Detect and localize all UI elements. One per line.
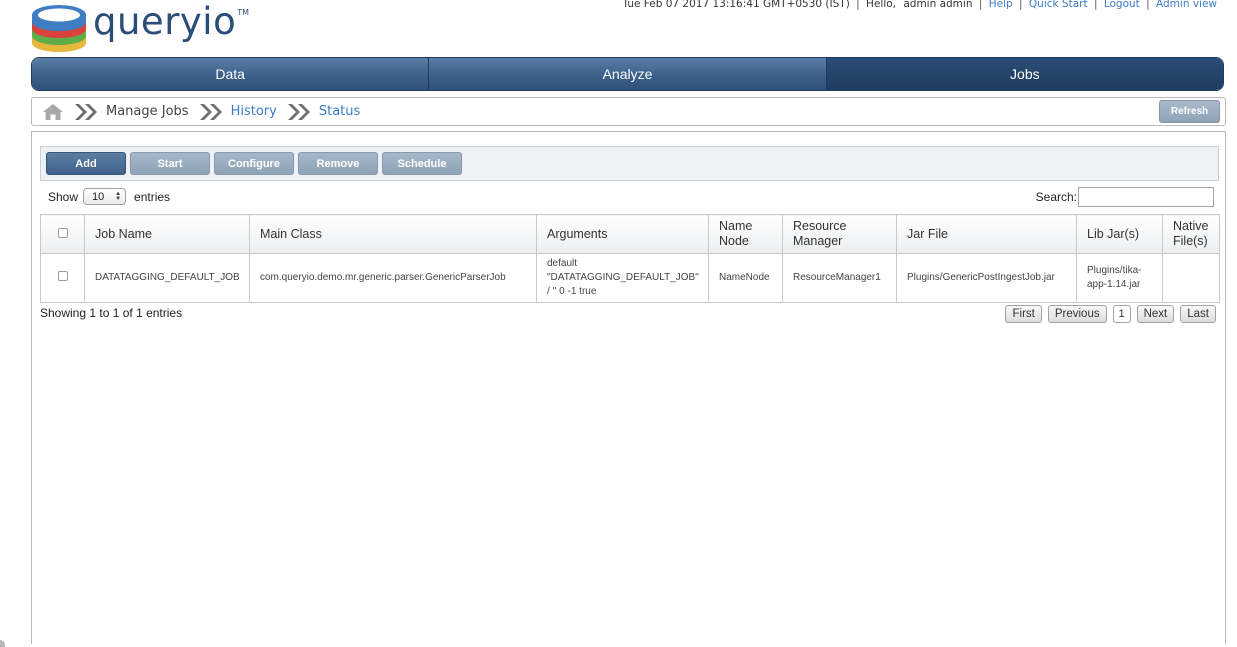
select-arrows-icon: ▲ ▼: [115, 190, 122, 202]
tab-jobs[interactable]: Jobs: [826, 58, 1223, 90]
header-main-class[interactable]: Main Class: [249, 214, 537, 254]
quick-start-link[interactable]: Quick Start: [1029, 0, 1088, 10]
admin-view-link[interactable]: Admin view: [1156, 0, 1217, 10]
current-user: admin admin: [903, 0, 973, 10]
header-arguments[interactable]: Arguments: [536, 214, 709, 254]
jobs-table-wrapper: Job Name Main Class Arguments Name Node …: [40, 214, 1220, 303]
table-row[interactable]: DATATAGGING_DEFAULT_JOB com.queryio.demo…: [40, 253, 1220, 303]
select-all-header: [40, 214, 85, 254]
tab-analyze[interactable]: Analyze: [429, 58, 827, 90]
main-navigation: Data Analyze Jobs: [31, 57, 1224, 91]
show-label: Show: [48, 189, 79, 204]
home-icon[interactable]: [42, 103, 64, 121]
header-native-files[interactable]: Native File(s): [1162, 214, 1220, 254]
add-button[interactable]: Add: [46, 152, 126, 175]
schedule-button[interactable]: Schedule: [382, 152, 462, 175]
search-control: Search:: [1036, 187, 1214, 207]
table-header-row: Job Name Main Class Arguments Name Node …: [40, 214, 1220, 254]
table-info: Showing 1 to 1 of 1 entries: [40, 306, 183, 320]
header-resource-manager[interactable]: Resource Manager: [782, 214, 897, 254]
pagination: First Previous 1 Next Last: [999, 305, 1216, 323]
help-link[interactable]: Help: [989, 0, 1013, 10]
cell-resource-manager: ResourceManager1: [782, 253, 897, 303]
cell-name-node: NameNode: [708, 253, 783, 303]
chevron-right-icon: [74, 103, 98, 121]
previous-page-button[interactable]: Previous: [1047, 305, 1107, 323]
header-name-node[interactable]: Name Node: [708, 214, 783, 254]
configure-button[interactable]: Configure: [214, 152, 294, 175]
cell-job-name: DATATAGGING_DEFAULT_JOB: [84, 253, 250, 303]
cell-arguments: default "DATATAGGING_DEFAULT_JOB" / '' 0…: [536, 253, 709, 303]
jobs-panel: Add Start Configure Remove Schedule Show…: [31, 131, 1226, 644]
header-job-name[interactable]: Job Name: [84, 214, 250, 254]
breadcrumb: Manage Jobs History Status Refresh: [31, 97, 1226, 126]
brand-name: queryio: [93, 0, 237, 43]
page-length-select[interactable]: 10 ▲ ▼: [83, 188, 127, 205]
select-all-checkbox[interactable]: [57, 227, 68, 238]
top-status-bar: Tue Feb 07 2017 13:16:41 GMT+0530 (IST) …: [622, 0, 1217, 10]
breadcrumb-history[interactable]: History: [231, 104, 277, 119]
remove-button[interactable]: Remove: [298, 152, 378, 175]
current-page-number[interactable]: 1: [1112, 305, 1131, 323]
trademark: TM: [237, 8, 250, 17]
tab-data[interactable]: Data: [32, 58, 430, 90]
row-checkbox[interactable]: [57, 270, 68, 281]
cell-jar-file: Plugins/GenericPostIngestJob.jar: [896, 253, 1077, 303]
search-label: Search:: [1035, 190, 1077, 204]
page-length-control: Show 10 ▲ ▼ entries: [48, 188, 170, 205]
refresh-button[interactable]: Refresh: [1159, 100, 1220, 123]
jobs-toolbar: Add Start Configure Remove Schedule: [40, 146, 1219, 181]
chevron-right-icon: [199, 103, 223, 121]
chevron-right-icon: [287, 103, 311, 121]
greeting: Hello,: [866, 0, 896, 10]
breadcrumb-status[interactable]: Status: [319, 104, 360, 119]
queryio-logo: queryio TM: [30, 0, 250, 54]
row-select-cell: [40, 253, 85, 303]
window-corner: [0, 640, 5, 647]
first-page-button[interactable]: First: [1005, 305, 1042, 323]
entries-label: entries: [134, 189, 171, 204]
logout-link[interactable]: Logout: [1104, 0, 1140, 10]
breadcrumb-manage-jobs: Manage Jobs: [106, 104, 189, 119]
cell-main-class: com.queryio.demo.mr.generic.parser.Gener…: [249, 253, 537, 303]
cell-native-files: [1162, 253, 1220, 303]
last-page-button[interactable]: Last: [1180, 305, 1216, 323]
start-button[interactable]: Start: [130, 152, 210, 175]
header-jar-file[interactable]: Jar File: [896, 214, 1077, 254]
next-page-button[interactable]: Next: [1136, 305, 1175, 323]
database-stack-icon: [32, 5, 86, 52]
search-input[interactable]: [1078, 187, 1214, 207]
jobs-table: Job Name Main Class Arguments Name Node …: [40, 214, 1220, 303]
cell-lib-jars: Plugins/tika-app-1.14.jar: [1076, 253, 1163, 303]
page-length-value: 10: [92, 190, 105, 203]
current-datetime: Tue Feb 07 2017 13:16:41 GMT+0530 (IST): [622, 0, 850, 10]
header-lib-jars[interactable]: Lib Jar(s): [1076, 214, 1163, 254]
